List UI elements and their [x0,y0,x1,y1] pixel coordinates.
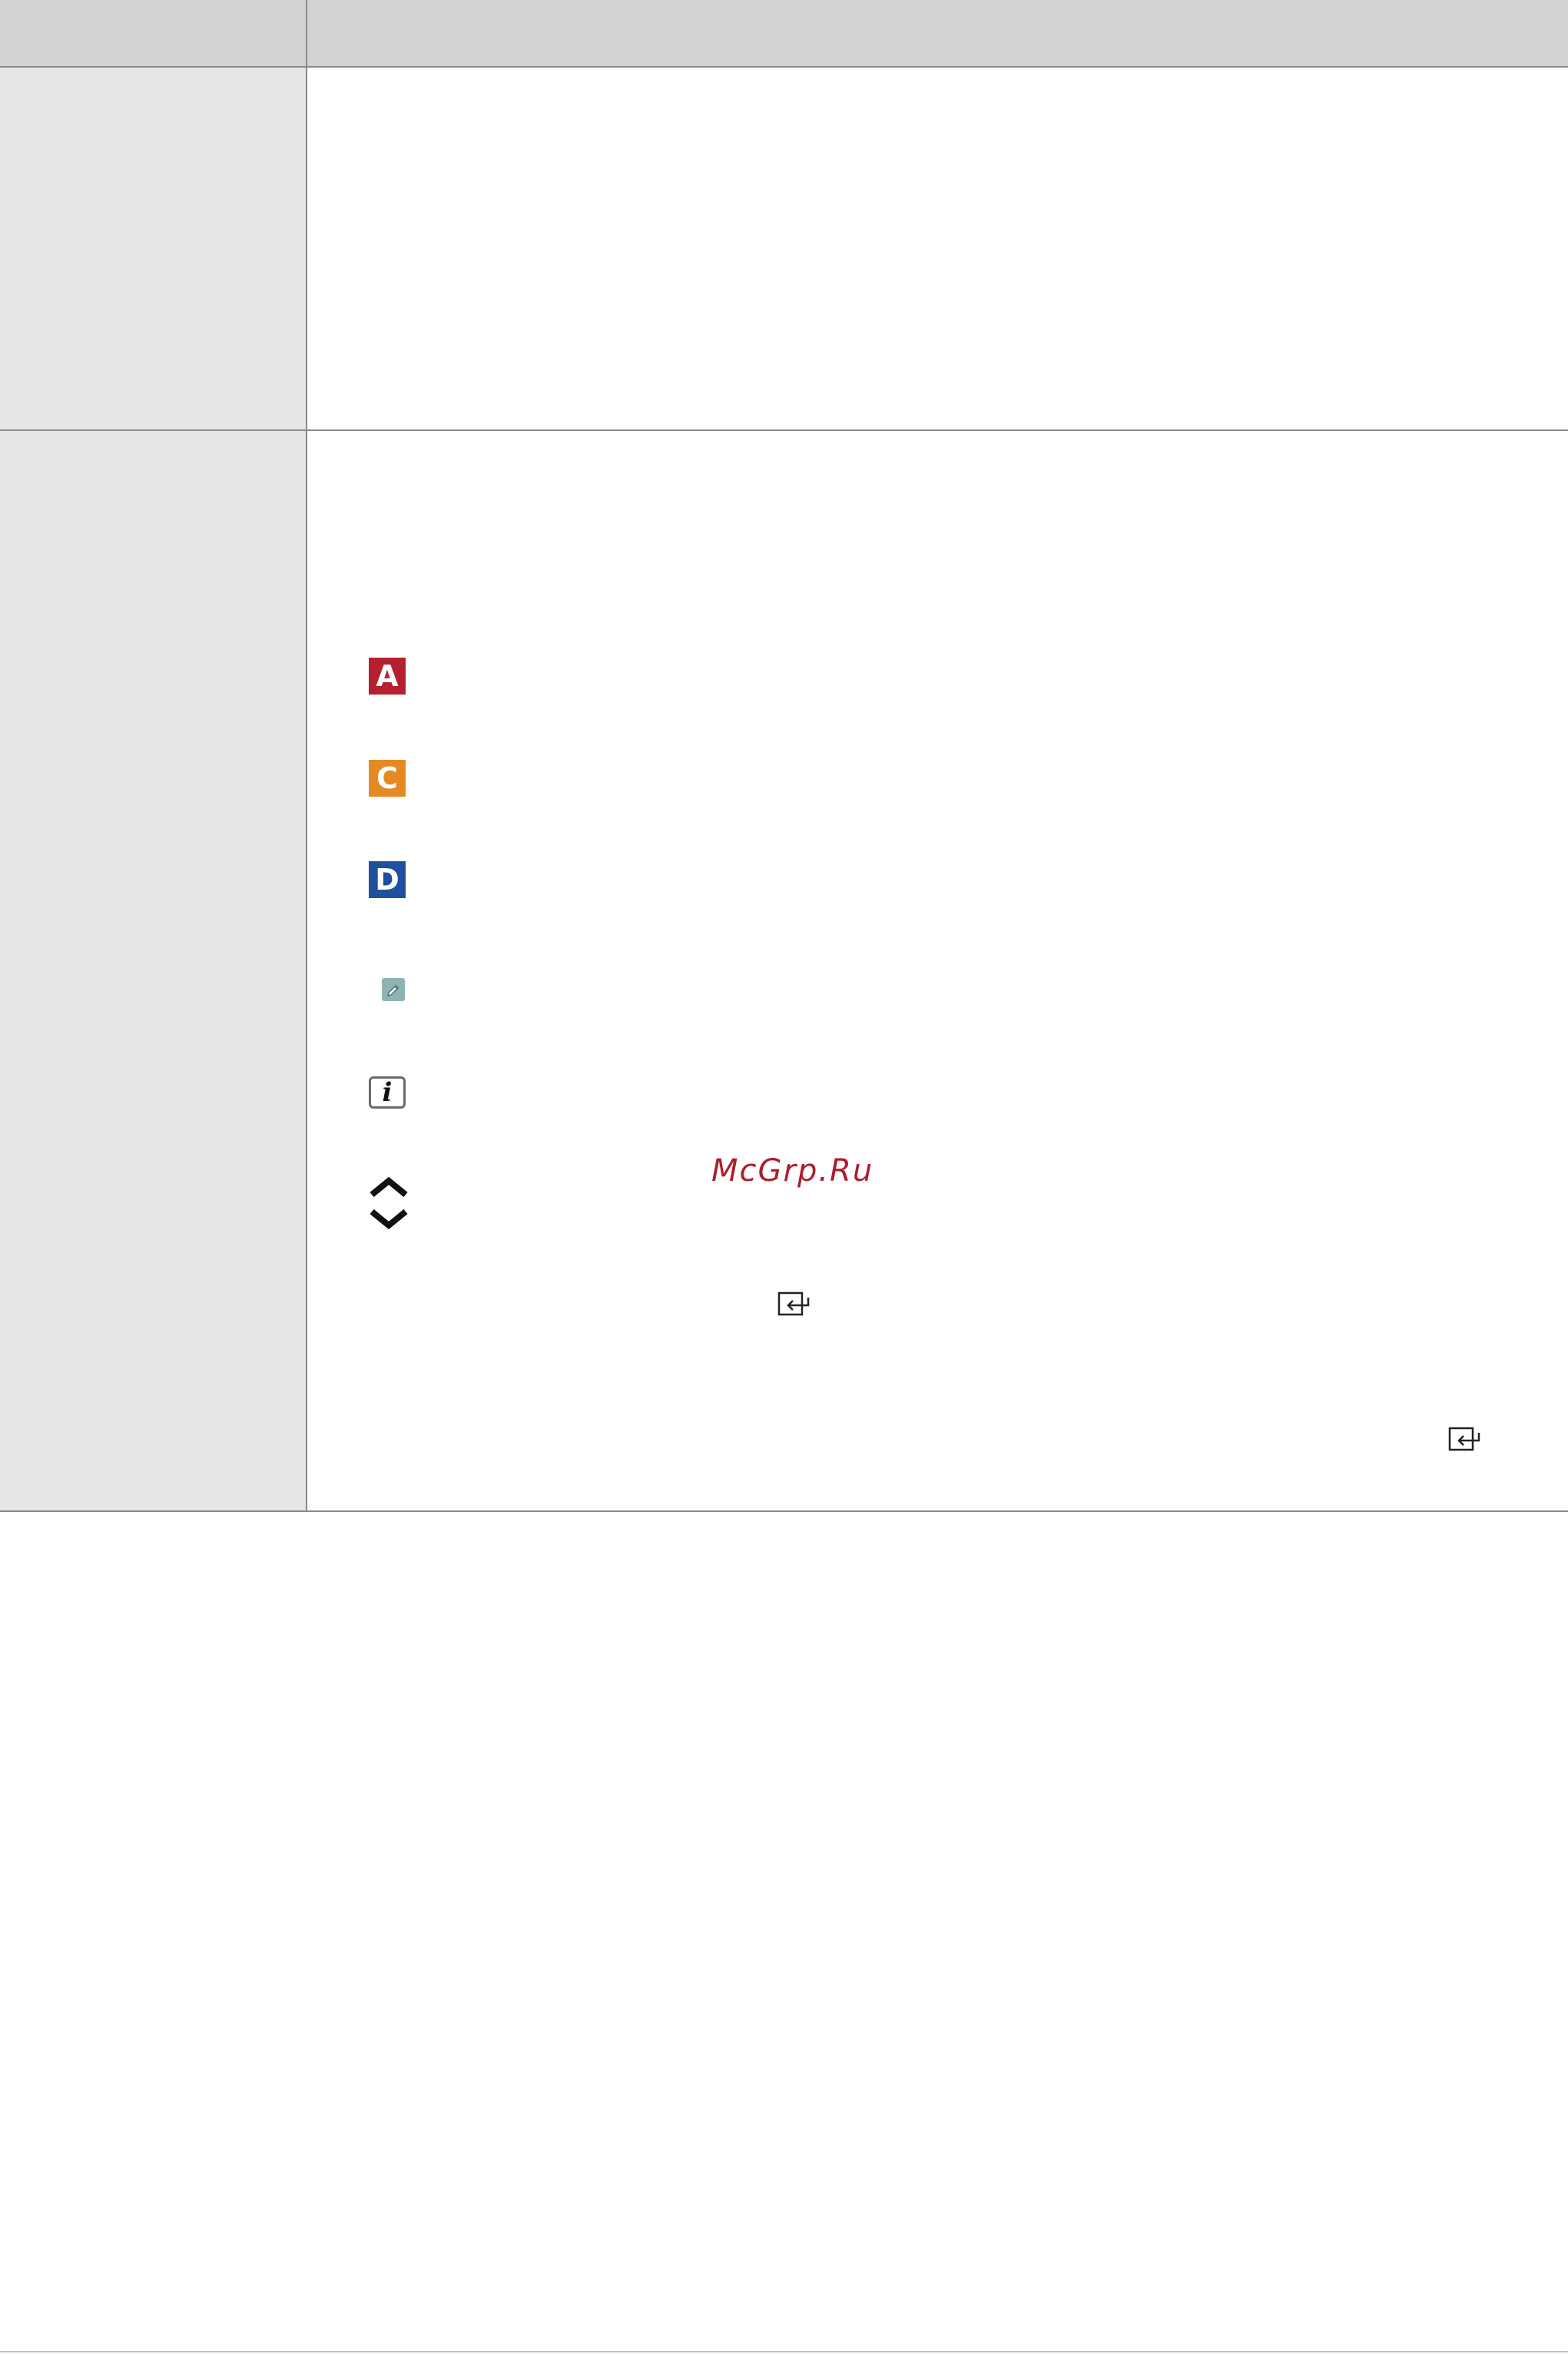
info-button-icon: i [369,1076,406,1109]
edit-pencil-icon [382,978,405,1001]
row-label-cell [0,68,307,429]
yellow-c-button-icon: C [369,760,406,797]
blue-d-button-icon: D [369,861,406,898]
red-a-button-icon: A [369,658,406,695]
header-cell-name [0,0,307,66]
table-header-row [0,0,1568,68]
row-description-cell [307,68,1568,429]
up-down-arrows-icon [367,1176,410,1232]
enter-icon [777,1291,811,1318]
watermark: McGrp.Ru [711,1153,874,1189]
header-cell-description [307,0,1568,66]
footer-rule [0,2351,1568,2352]
row-label-cell [0,431,307,1510]
enter-glyph [777,1291,810,1316]
enter-glyph [1448,1427,1480,1451]
pencil-glyph [386,984,399,997]
function-table: A C D i McGrp.Ru [0,0,1568,1512]
table-row [0,68,1568,431]
up-down-glyph [370,1176,408,1230]
manual-page: A C D i McGrp.Ru [0,0,1568,2354]
enter-icon [1448,1427,1482,1453]
row-description-cell: A C D i McGrp.Ru [307,431,1568,1510]
table-row: A C D i McGrp.Ru [0,431,1568,1510]
